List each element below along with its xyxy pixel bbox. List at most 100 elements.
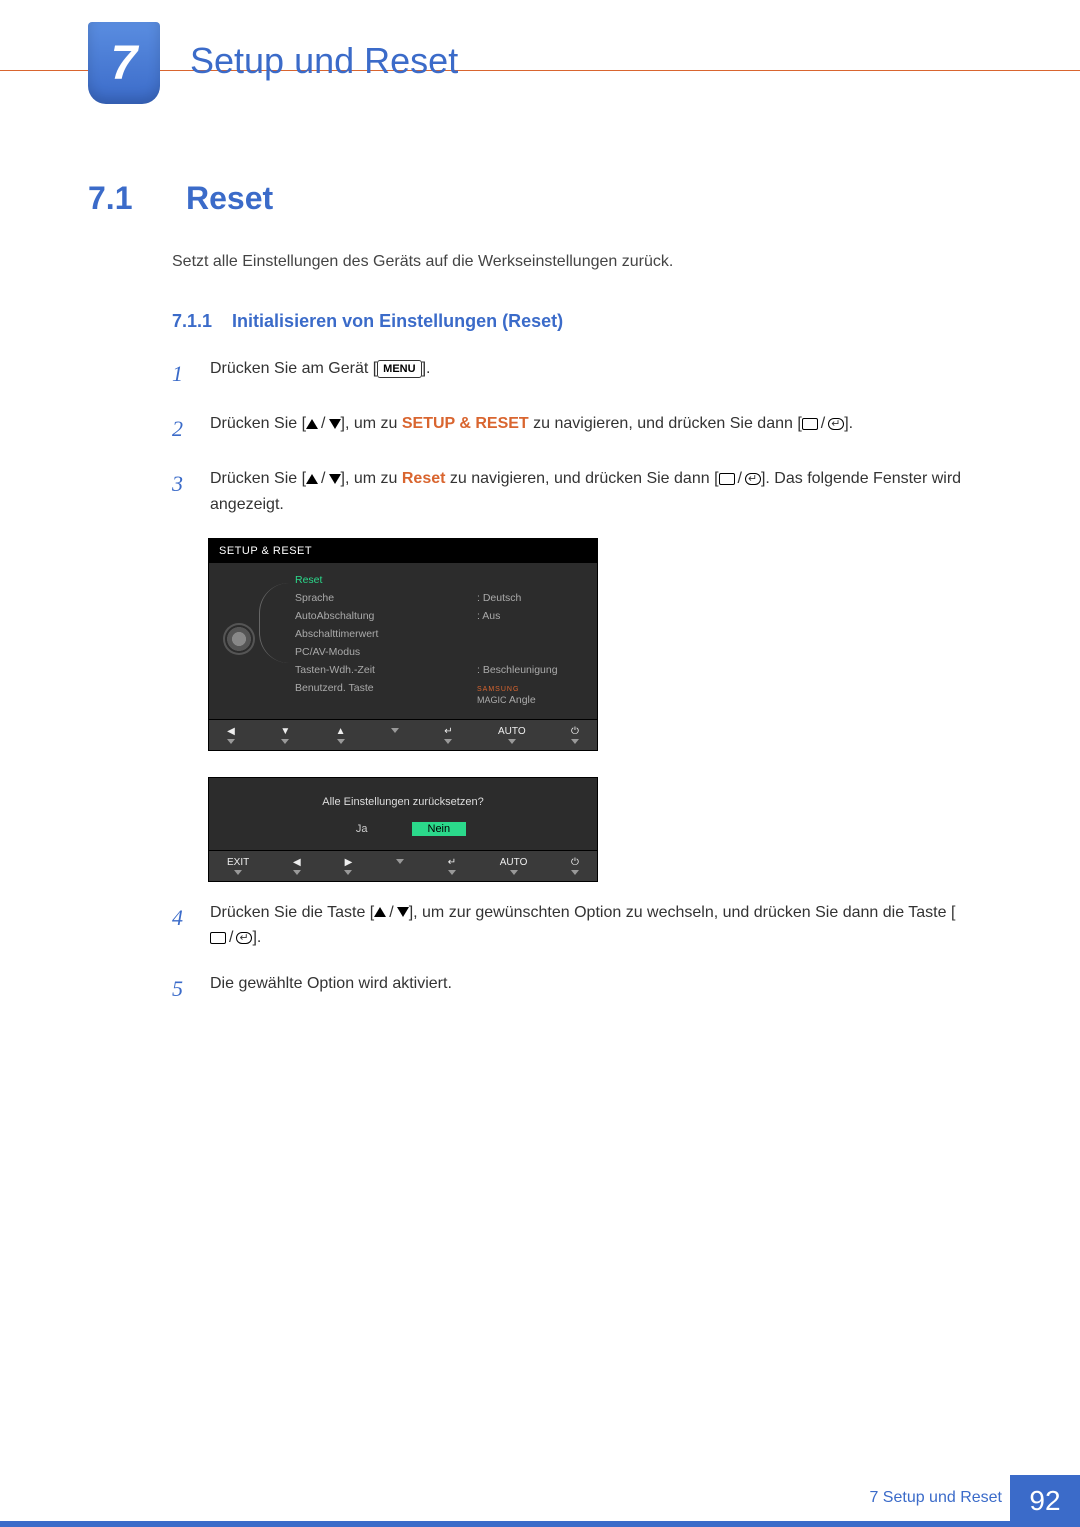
- osd-confirm-body: Alle Einstellungen zurücksetzen? Ja Nein: [209, 778, 597, 850]
- return-icon: [745, 473, 761, 485]
- subsection-header: 7.1.1 Initialisieren von Einstellungen (…: [172, 311, 992, 332]
- triangle-up-icon: [374, 907, 386, 917]
- osd-menu-items: Reset Sprache : Deutsch AutoAbschaltung: Au…: [269, 569, 597, 709]
- page-footer: 7 Setup und Reset 92: [0, 1475, 1080, 1527]
- confirm-yes: Ja: [340, 822, 384, 836]
- triangle-down-icon: [391, 728, 399, 733]
- osd-row-label: Tasten-Wdh.-Zeit: [295, 664, 375, 676]
- top-rule: [0, 70, 1080, 71]
- triangle-down-icon: [329, 474, 341, 484]
- text: ].: [252, 929, 261, 946]
- osd-bar-item: ⏻: [571, 726, 579, 744]
- text: ], um zu: [341, 470, 402, 487]
- enter-icon: /: [802, 411, 844, 437]
- triangle-up-icon: [306, 474, 318, 484]
- osd-bar-item: AUTO: [498, 726, 526, 744]
- steps-list-cont: 4 Drücken Sie die Taste [/], um zur gewü…: [172, 900, 992, 1006]
- osd-bar-item: AUTO: [500, 857, 528, 875]
- osd-row-label: AutoAbschaltung: [295, 610, 374, 622]
- return-icon: [236, 932, 252, 944]
- osd-bar-symbol: ▼: [280, 726, 290, 737]
- text: Drücken Sie [: [210, 415, 306, 432]
- triangle-down-icon: [281, 739, 289, 744]
- section-number: 7.1: [88, 180, 156, 217]
- text: ], um zur gewünschten Option zu wechseln…: [409, 904, 956, 921]
- enter-icon: /: [210, 925, 252, 951]
- subsection-title: Initialisieren von Einstellungen (Reset): [232, 311, 563, 332]
- osd-menu-row: Tasten-Wdh.-Zeit: Beschleunigung: [295, 661, 587, 679]
- osd-bar-symbol: ▶: [345, 857, 353, 868]
- osd-screenshots: SETUP & RESET Reset Sprache : Deutsch AutoA…: [208, 538, 992, 882]
- osd-bar-symbol: ◀: [227, 726, 235, 737]
- osd-bar-symbol: AUTO: [498, 726, 526, 737]
- osd-button-bar: ◀▼▲↵AUTO⏻: [209, 719, 597, 750]
- enter-icon: /: [719, 466, 761, 492]
- osd-row-value: : Deutsch: [477, 592, 587, 604]
- osd-bar-symbol: ⏻: [571, 857, 579, 868]
- osd-bar-symbol: ↵: [448, 857, 456, 868]
- rect-icon: [802, 418, 818, 430]
- up-down-icon: /: [374, 900, 408, 926]
- step-text: Drücken Sie [/], um zu Reset zu navigier…: [210, 466, 992, 517]
- osd-bar-item: ⏻: [571, 857, 579, 875]
- osd-menu-row: Benutzerd. TasteSAMSUNGMAGIC Angle: [295, 679, 587, 709]
- osd-bar-item: [396, 857, 404, 875]
- step-1: 1 Drücken Sie am Gerät [MENU].: [172, 356, 992, 391]
- osd-bar-symbol: EXIT: [227, 857, 249, 868]
- osd-confirm-dialog: Alle Einstellungen zurücksetzen? Ja Nein…: [208, 777, 598, 882]
- osd-bar-item: ▼: [280, 726, 290, 744]
- step-5: 5 Die gewählte Option wird aktiviert.: [172, 971, 992, 1006]
- triangle-down-icon: [397, 907, 409, 917]
- triangle-down-icon: [508, 739, 516, 744]
- triangle-down-icon: [227, 739, 235, 744]
- osd-body: Reset Sprache : Deutsch AutoAbschaltung: Au…: [209, 563, 597, 719]
- osd-row-value: [477, 628, 587, 640]
- up-down-icon: /: [306, 411, 340, 437]
- triangle-down-icon: [444, 739, 452, 744]
- footer-strip: [0, 1521, 1080, 1527]
- osd-row-value: [477, 574, 587, 586]
- osd-bar-item: ↵: [448, 857, 456, 875]
- text: ].: [422, 360, 431, 377]
- osd-row-label: Abschalttimerwert: [295, 628, 378, 640]
- step-2: 2 Drücken Sie [/], um zu SETUP & RESET z…: [172, 411, 992, 446]
- step-number: 3: [172, 466, 192, 517]
- triangle-down-icon: [329, 419, 341, 429]
- highlight: Reset: [402, 470, 446, 487]
- step-text: Drücken Sie die Taste [/], um zur gewüns…: [210, 900, 992, 951]
- section-header: 7.1 Reset: [88, 180, 992, 217]
- confirm-buttons: Ja Nein: [209, 822, 597, 836]
- osd-bar-symbol: ⏻: [571, 726, 579, 737]
- osd-row-label: Sprache: [295, 592, 334, 604]
- osd-menu-row: Reset: [295, 571, 587, 589]
- step-number: 1: [172, 356, 192, 391]
- osd-bar-symbol: AUTO: [500, 857, 528, 868]
- gear-icon: [225, 625, 253, 653]
- triangle-down-icon: [234, 870, 242, 875]
- triangle-down-icon: [510, 870, 518, 875]
- triangle-up-icon: [306, 419, 318, 429]
- up-down-icon: /: [306, 466, 340, 492]
- content-area: 7.1 Reset Setzt alle Einstellungen des G…: [88, 180, 992, 1026]
- osd-bar-item: ▲: [336, 726, 346, 744]
- osd-row-label: Benutzerd. Taste: [295, 682, 374, 706]
- rect-icon: [719, 473, 735, 485]
- text: Drücken Sie am Gerät [: [210, 360, 377, 377]
- osd-menu-row: AutoAbschaltung: Aus: [295, 607, 587, 625]
- osd-header: SETUP & RESET: [209, 539, 597, 563]
- osd-setup-reset-menu: SETUP & RESET Reset Sprache : Deutsch AutoA…: [208, 538, 598, 751]
- step-text: Drücken Sie am Gerät [MENU].: [210, 356, 992, 391]
- triangle-down-icon: [571, 870, 579, 875]
- osd-row-label: PC/AV-Modus: [295, 646, 360, 658]
- confirm-prompt: Alle Einstellungen zurücksetzen?: [209, 796, 597, 808]
- osd-row-label: Reset: [295, 574, 322, 586]
- chapter-title: Setup und Reset: [190, 40, 458, 82]
- menu-button-icon: MENU: [377, 360, 421, 378]
- osd-menu-row: PC/AV-Modus: [295, 643, 587, 661]
- confirm-no-selected: Nein: [412, 822, 467, 836]
- step-number: 2: [172, 411, 192, 446]
- triangle-down-icon: [337, 739, 345, 744]
- osd-bar-symbol: ◀: [293, 857, 301, 868]
- highlight: SETUP & RESET: [402, 415, 529, 432]
- osd-row-value: [477, 646, 587, 658]
